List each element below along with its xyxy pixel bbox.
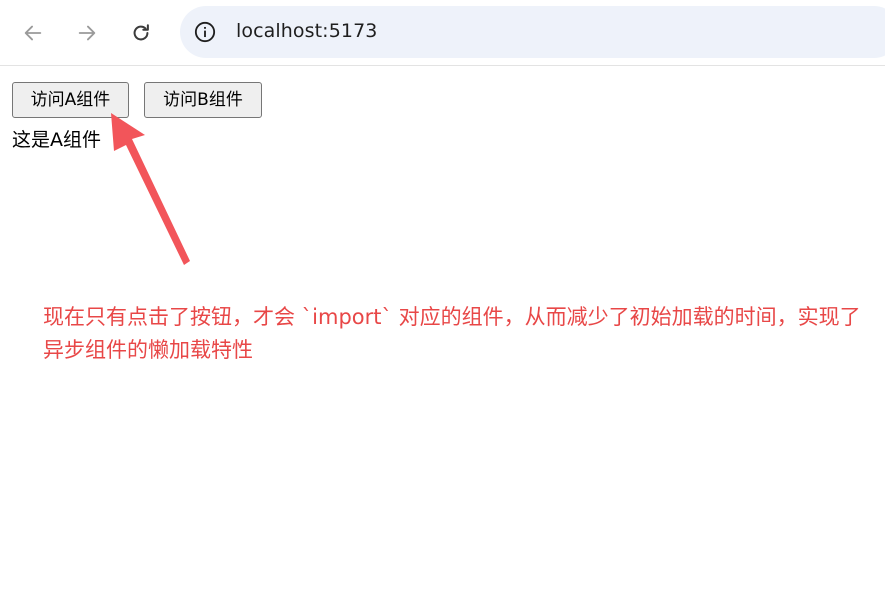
info-icon[interactable] xyxy=(194,21,216,43)
page-content: 访问A组件 访问B组件 这是A组件 现在只有点击了按钮，才会 `import` … xyxy=(0,67,885,615)
arrow-right-icon xyxy=(78,25,96,41)
annotation-arrow xyxy=(111,113,190,265)
arrow-left-icon xyxy=(24,25,42,41)
reload-button[interactable] xyxy=(123,15,159,51)
back-button[interactable] xyxy=(15,15,51,51)
url-text[interactable]: localhost:5173 xyxy=(236,20,377,42)
reload-icon xyxy=(133,24,149,41)
forward-button[interactable] xyxy=(69,15,105,51)
browser-toolbar: localhost:5173 xyxy=(0,0,885,66)
address-bar[interactable]: localhost:5173 xyxy=(180,6,885,58)
